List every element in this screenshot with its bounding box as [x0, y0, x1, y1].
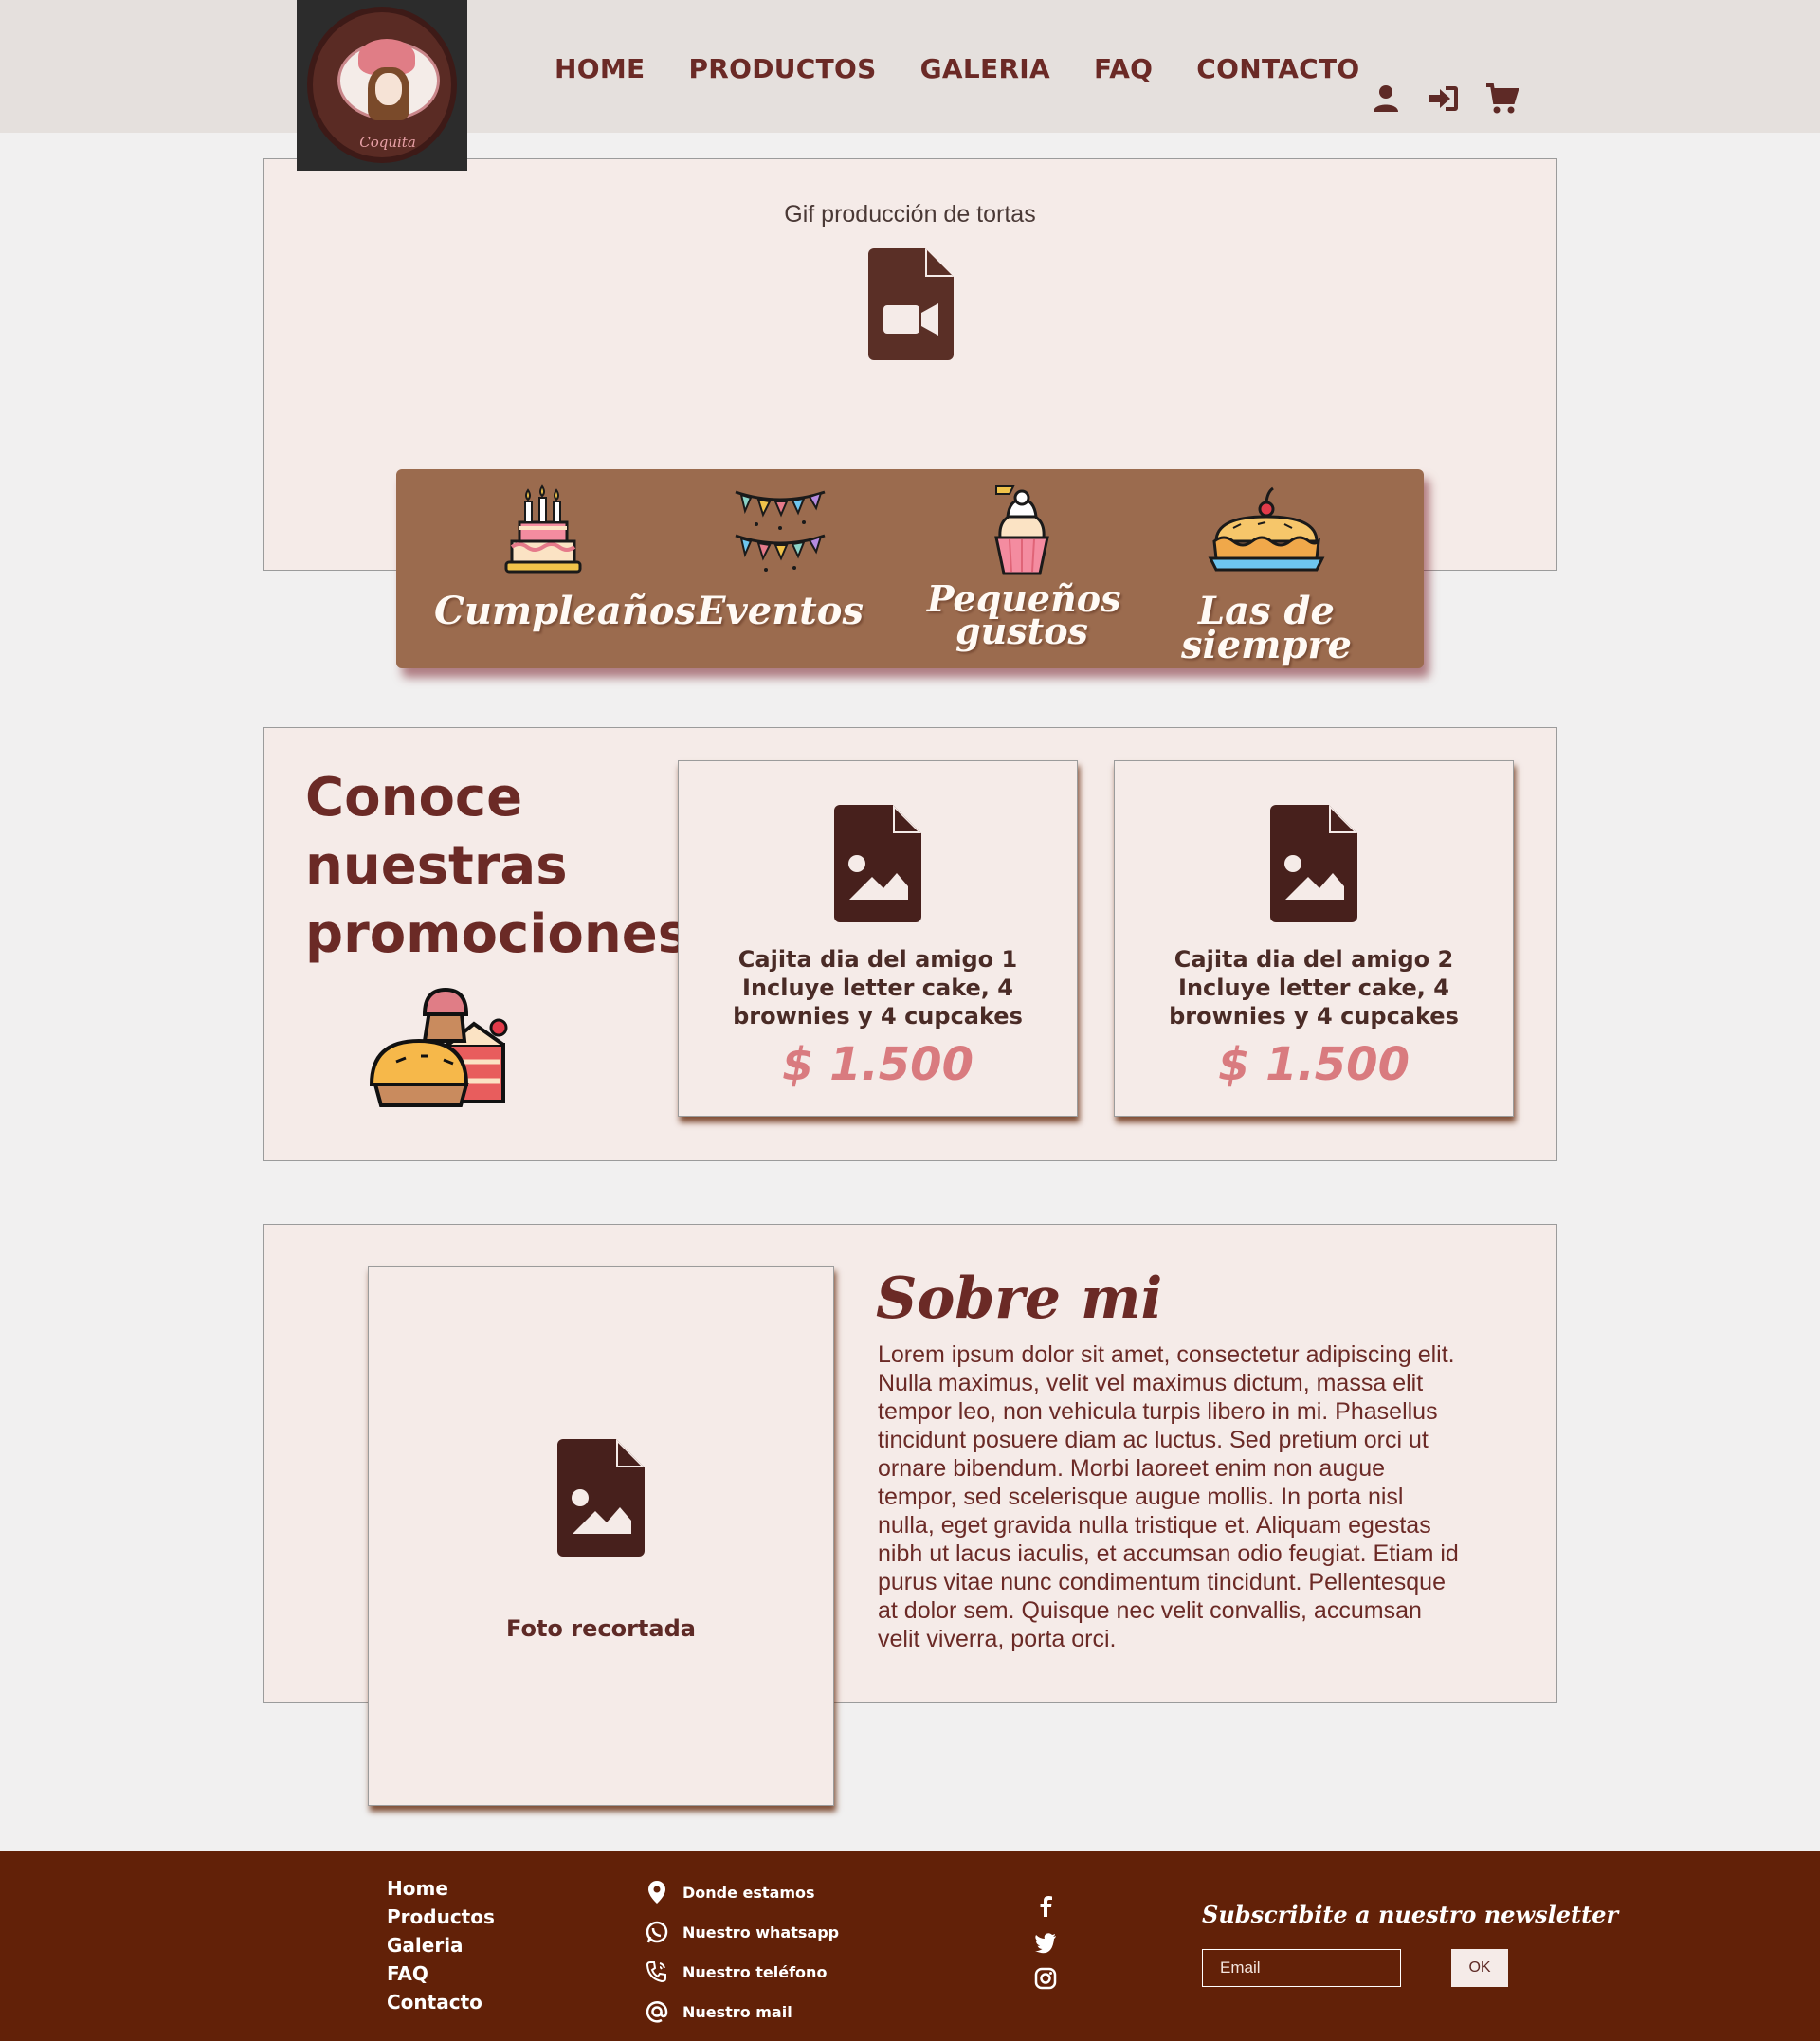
logo-badge: Coquita — [307, 7, 457, 163]
cupcake-icon — [994, 485, 1049, 575]
nav-galeria[interactable]: GALERIA — [920, 53, 1050, 84]
hero-caption: Gif producción de tortas — [784, 201, 1036, 228]
facebook-icon[interactable] — [1033, 1894, 1058, 1919]
category-eventos[interactable]: Eventos — [681, 469, 880, 668]
image-file-icon — [1270, 805, 1357, 922]
promo-card[interactable]: Cajita dia del amigo 1 Incluye letter ca… — [678, 760, 1078, 1117]
contact-whatsapp[interactable]: Nuestro whatsapp — [645, 1912, 839, 1952]
logo-text: Coquita — [359, 134, 416, 151]
location-pin-icon — [648, 1881, 665, 1904]
bunting-icon — [735, 490, 826, 572]
twitter-icon[interactable] — [1033, 1930, 1058, 1955]
footer-contact: Donde estamos Nuestro whatsapp Nuestro t… — [645, 1872, 839, 2032]
promo-description: Cajita dia del amigo 2 Incluye letter ca… — [1169, 946, 1459, 1030]
cart-icon[interactable] — [1484, 82, 1520, 116]
footer-link-home[interactable]: Home — [387, 1874, 495, 1903]
footer-link-contacto[interactable]: Contacto — [387, 1988, 495, 2016]
brand-logo[interactable]: Coquita — [297, 0, 467, 171]
newsletter-email-input[interactable] — [1202, 1949, 1401, 1987]
nav-contacto[interactable]: CONTACTO — [1196, 53, 1359, 84]
login-icon[interactable] — [1427, 82, 1461, 116]
site-footer: Home Productos Galeria FAQ Contacto Dond… — [0, 1851, 1820, 2041]
promos-title: Conoce nuestras promociones — [305, 767, 690, 965]
video-file-icon — [868, 248, 954, 360]
desserts-icon — [369, 987, 508, 1107]
birthday-cake-icon — [504, 484, 582, 574]
newsletter-title: Subscribite a nuestro newsletter — [1202, 1901, 1619, 1928]
contact-phone[interactable]: Nuestro teléfono — [645, 1952, 839, 1992]
pie-icon — [1208, 486, 1325, 572]
promo-card[interactable]: Cajita dia del amigo 2 Incluye letter ca… — [1114, 760, 1514, 1117]
footer-link-productos[interactable]: Productos — [387, 1903, 495, 1931]
nav-faq[interactable]: FAQ — [1094, 53, 1153, 84]
site-header: Coquita HOME PRODUCTOS GALERIA FAQ CONTA… — [0, 0, 1820, 171]
main-nav: HOME PRODUCTOS GALERIA FAQ CONTACTO — [555, 53, 1360, 84]
category-label: Eventos — [697, 589, 864, 633]
instagram-icon[interactable] — [1033, 1966, 1058, 1991]
promo-price: $ 1.500 — [1218, 1038, 1410, 1091]
user-icon[interactable] — [1369, 82, 1403, 116]
whatsapp-icon — [646, 1921, 668, 1943]
header-actions — [1369, 82, 1520, 116]
category-las-de-siempre[interactable]: Las de siempre — [1145, 469, 1388, 668]
category-bar: Cumpleaños Eventos Pequeños gustos Las d… — [396, 469, 1424, 668]
contact-mail[interactable]: Nuestro mail — [645, 1992, 839, 2032]
phone-icon — [646, 1961, 666, 1983]
about-title: Sobre mi — [876, 1266, 1163, 1332]
about-photo: Foto recortada — [368, 1266, 834, 1806]
image-file-icon — [557, 1439, 645, 1557]
category-label: Las de siempre — [1181, 589, 1352, 667]
footer-social — [1033, 1894, 1058, 2002]
photo-caption: Foto recortada — [506, 1615, 696, 1642]
contact-location[interactable]: Donde estamos — [645, 1872, 839, 1912]
image-file-icon — [834, 805, 921, 922]
category-pequenos-gustos[interactable]: Pequeños gustos — [927, 469, 1121, 668]
footer-link-galeria[interactable]: Galeria — [387, 1931, 495, 1959]
footer-links: Home Productos Galeria FAQ Contacto — [387, 1874, 495, 2016]
category-label: Cumpleaños — [434, 589, 697, 633]
newsletter-ok-button[interactable]: OK — [1451, 1949, 1508, 1987]
promo-description: Cajita dia del amigo 1 Incluye letter ca… — [733, 946, 1023, 1030]
category-label: Pequeños gustos — [927, 577, 1121, 652]
at-sign-icon — [646, 2001, 668, 2023]
category-cumpleanos[interactable]: Cumpleaños — [434, 469, 697, 668]
about-text: Lorem ipsum dolor sit amet, consectetur … — [878, 1341, 1459, 1652]
promo-price: $ 1.500 — [782, 1038, 974, 1091]
nav-productos[interactable]: PRODUCTOS — [688, 53, 876, 84]
promos-section: Conoce nuestras promociones Cajita dia d… — [263, 727, 1557, 1161]
nav-home[interactable]: HOME — [555, 53, 645, 84]
footer-link-faq[interactable]: FAQ — [387, 1959, 495, 1988]
